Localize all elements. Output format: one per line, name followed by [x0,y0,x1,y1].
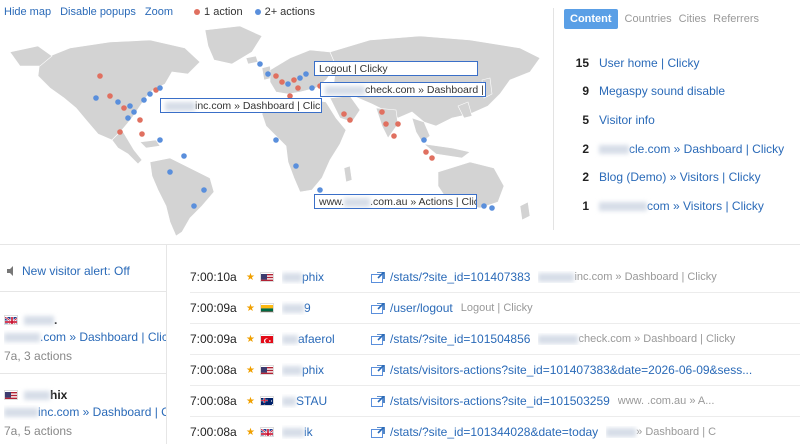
top-content-row[interactable]: 2 cle.com » Dashboard | Clicky [554,141,800,157]
map-popup[interactable]: check.com » Dashboard | C [320,82,486,97]
redacted-text [282,397,296,407]
pageview-icon [371,364,385,376]
map-controls: Hide map Disable popups Zoom 1 action 2+… [4,5,315,19]
blue-dot-icon [254,9,261,15]
visitor-meta: 7a, 3 actions [4,349,73,363]
redacted-text [282,273,302,283]
visitor-sidebar: New visitor alert: Off . .com » Dashboar… [0,245,167,444]
legend-multi-action: 2+ actions [254,6,315,18]
us-flag-icon [260,272,274,282]
visitor-name-link[interactable]: 9 [282,301,370,315]
redacted-text [24,390,50,400]
uk-flag-icon [4,315,18,325]
content-tabs: Content Countries Cities Referrers [554,8,800,30]
top-content-row[interactable]: 5 Visitor info [554,112,800,128]
tab-referrers[interactable]: Referrers [713,13,759,25]
tab-content[interactable]: Content [564,9,618,29]
visitor-name-link[interactable]: afaerol [282,332,370,346]
zoom-link[interactable]: Zoom [145,6,173,18]
redacted-text [538,272,575,282]
visitor-name-link[interactable]: phix [282,270,370,284]
pageview-icon [371,333,385,345]
turkey-flag-icon [260,334,274,344]
top-content-row[interactable]: 1 com » Visitors | Clicky [554,198,800,214]
uk-flag-icon [260,427,274,437]
redacted-text [24,315,54,325]
hide-map-link[interactable]: Hide map [4,6,51,18]
us-flag-icon [4,390,18,400]
redacted-text [4,333,40,343]
star-icon: ★ [246,426,255,438]
visitor-card[interactable]: . .com » Dashboard | Click 7a, 3 actions [4,313,166,363]
lithuania-flag-icon [260,303,274,313]
top-content-row[interactable]: 15 User home | Clicky [554,55,800,71]
visitor-name-link[interactable]: STAU [282,394,370,408]
legend-single-action: 1 action [194,6,243,18]
visitor-name-link[interactable]: ik [282,425,370,439]
top-content-row[interactable]: 9 Megaspy sound disable [554,83,800,99]
pageview-icon [371,426,385,438]
top-content-row[interactable]: 2 Blog (Demo) » Visitors | Clicky [554,169,800,185]
redacted-text [4,408,38,418]
sidebar-separator [0,291,166,292]
redacted-text [538,334,579,344]
redacted-text [599,145,629,155]
map-popup[interactable]: Logout | Clicky [314,61,478,76]
top-content-panel: Content Countries Cities Referrers 15 Us… [553,8,800,230]
map-popup[interactable]: www. .com.au » Actions | Clicl [314,194,477,209]
star-icon: ★ [246,333,255,345]
world-map[interactable]: Logout | Clicky check.com » Dashboard | … [0,22,552,238]
star-icon: ★ [246,302,255,314]
disable-popups-link[interactable]: Disable popups [60,6,136,18]
speaker-icon [7,266,13,276]
redacted-text [282,304,304,314]
redacted-text [599,202,647,212]
visitor-name-link[interactable]: phix [282,363,370,377]
redacted-text [282,366,302,376]
map-popup[interactable]: inc.com » Dashboard | Clicky [160,98,322,113]
visitor-name: hix [50,388,68,402]
visitor-meta: 7a, 5 actions [4,424,73,438]
pageview-icon [371,271,385,283]
redacted-text [325,85,365,95]
red-dot-icon [194,9,201,15]
redacted-text [282,335,298,345]
tab-countries[interactable]: Countries [625,13,672,25]
visitor-name: . [54,313,58,327]
pageview-icon [371,395,385,407]
tab-cities[interactable]: Cities [679,13,707,25]
action-row[interactable]: 7:00:09a ★ 9 /user/logout Logout | Click… [190,293,800,324]
redacted-text [282,428,304,438]
action-row[interactable]: 7:00:08a ★ ik /stats/?site_id=101344028&… [190,417,800,444]
action-row[interactable]: 7:00:09a ★ afaerol /stats/?site_id=10150… [190,324,800,355]
star-icon: ★ [246,271,255,283]
star-icon: ★ [246,395,255,407]
redacted-text [165,101,195,111]
action-row[interactable]: 7:00:08a ★ STAU /stats/visitors-actions?… [190,386,800,417]
us-flag-icon [260,365,274,375]
pageview-icon [371,302,385,314]
new-visitor-alert[interactable]: New visitor alert: Off [7,264,130,278]
star-icon: ★ [246,364,255,376]
redacted-text [344,197,371,207]
visitor-card[interactable]: hix inc.com » Dashboard | C 7a, 5 action… [4,388,166,438]
redacted-text [606,427,637,437]
australia-flag-icon [260,396,274,406]
action-row[interactable]: 7:00:08a ★ phix /stats/visitors-actions?… [190,355,800,386]
action-row[interactable]: 7:00:10a ★ phix /stats/?site_id=10140738… [190,262,800,293]
sidebar-separator [0,373,166,374]
